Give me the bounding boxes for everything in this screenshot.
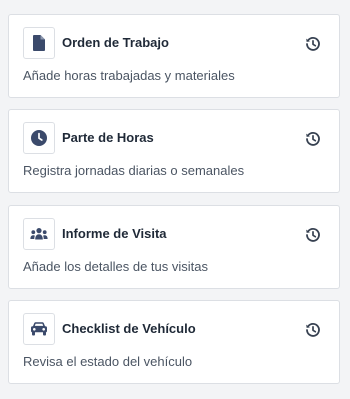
- car-icon-box: [23, 313, 55, 345]
- people-group-icon-box: [23, 218, 55, 250]
- history-icon[interactable]: [305, 322, 321, 338]
- card-description: Añade horas trabajadas y materiales: [23, 68, 235, 83]
- clock-icon: [31, 130, 47, 146]
- card-parte-de-horas[interactable]: Parte de Horas Registra jornadas diarias…: [8, 109, 340, 193]
- card-orden-de-trabajo[interactable]: Orden de Trabajo Añade horas trabajadas …: [8, 14, 340, 98]
- card-description: Registra jornadas diarias o semanales: [23, 163, 245, 178]
- card-title: Checklist de Vehículo: [62, 321, 196, 336]
- card-title: Orden de Trabajo: [62, 35, 169, 50]
- people-group-icon: [30, 228, 48, 240]
- history-icon[interactable]: [305, 131, 321, 147]
- car-icon: [31, 322, 47, 336]
- card-checklist-de-vehiculo[interactable]: Checklist de Vehículo Revisa el estado d…: [8, 300, 340, 384]
- clock-icon-box: [23, 122, 55, 154]
- card-title: Parte de Horas: [62, 130, 154, 145]
- card-description: Revisa el estado del vehículo: [23, 354, 193, 369]
- history-icon[interactable]: [305, 227, 321, 243]
- card-title: Informe de Visita: [62, 226, 167, 241]
- form-template-list: Orden de Trabajo Añade horas trabajadas …: [0, 0, 350, 399]
- card-description: Añade los detalles de tus visitas: [23, 259, 208, 274]
- document-icon: [33, 35, 45, 51]
- card-informe-de-visita[interactable]: Informe de Visita Añade los detalles de …: [8, 205, 340, 289]
- document-icon-box: [23, 27, 55, 59]
- history-icon[interactable]: [305, 36, 321, 52]
